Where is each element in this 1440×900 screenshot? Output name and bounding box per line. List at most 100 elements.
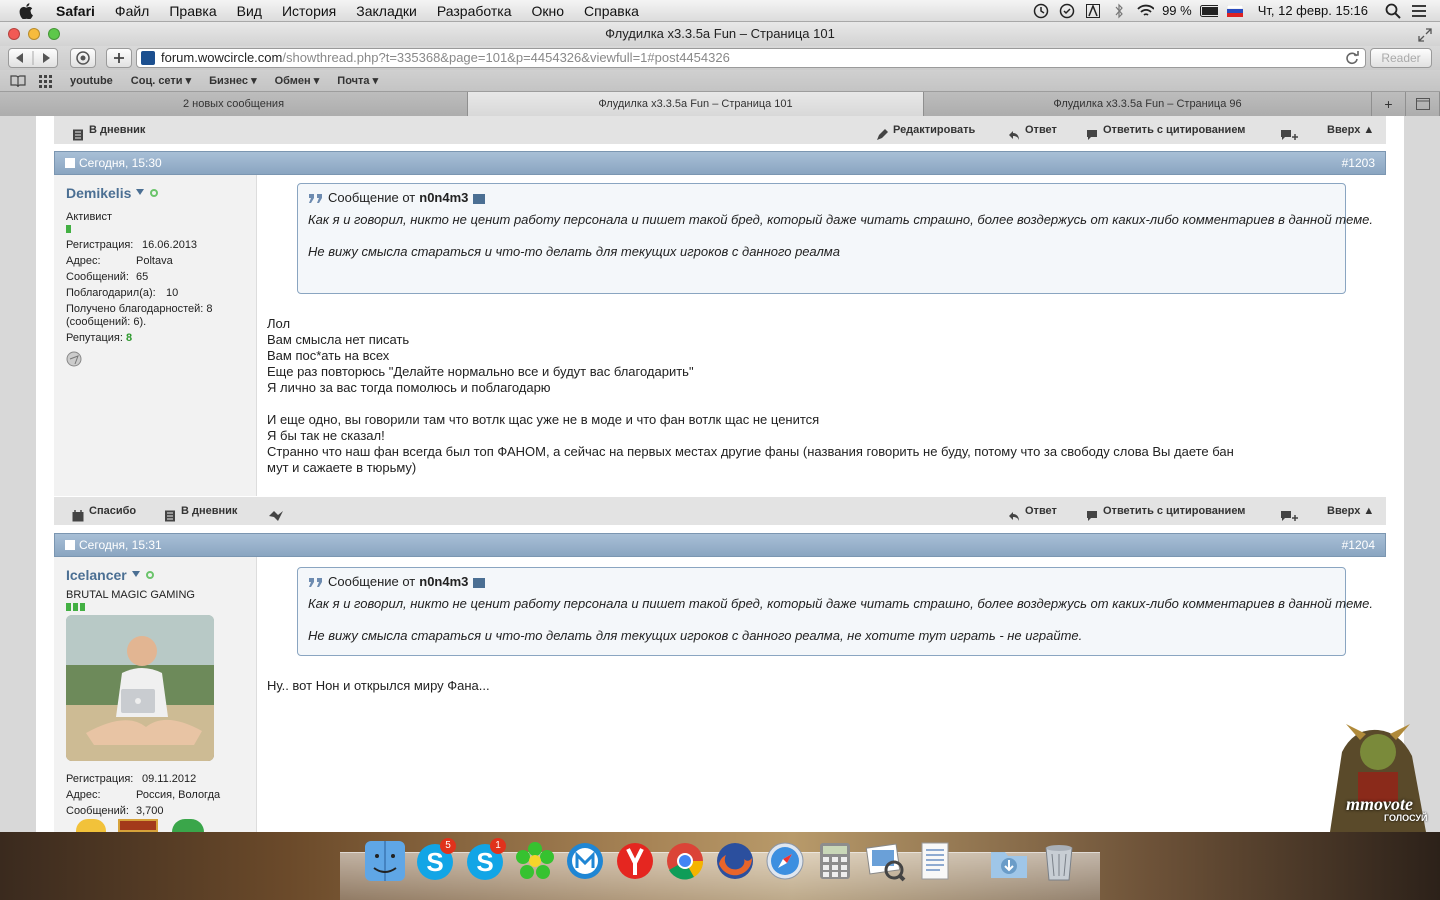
icq-flower-icon[interactable] xyxy=(512,838,558,884)
online-status-icon xyxy=(150,189,159,197)
time-machine-icon[interactable] xyxy=(1032,3,1050,19)
minimize-window-button[interactable] xyxy=(28,28,40,40)
post-status-icon xyxy=(65,540,75,550)
menu-app-safari[interactable]: Safari xyxy=(46,0,105,22)
quote-text: Как я и говорил, никто не ценит работу п… xyxy=(308,212,1373,227)
notebook-icon xyxy=(164,505,176,522)
apple-icon[interactable] xyxy=(16,2,36,19)
chevron-down-icon[interactable] xyxy=(136,189,145,197)
chrome-icon[interactable] xyxy=(662,838,708,884)
view-post-icon[interactable] xyxy=(473,578,486,588)
speech-bubble-icon xyxy=(1086,124,1098,140)
firefox-icon[interactable] xyxy=(712,838,758,884)
notification-center-icon[interactable] xyxy=(1410,3,1428,19)
multi-quote-icon xyxy=(1280,505,1298,521)
menu-edit[interactable]: Правка xyxy=(159,0,226,22)
tab-page-96[interactable]: Флудилка x3.3.5a Fun – Страница 96 xyxy=(924,92,1372,116)
tab-overview-icon[interactable] xyxy=(1406,92,1440,116)
reply-arrow-icon xyxy=(1008,124,1020,140)
reply-button[interactable]: Ответ xyxy=(1008,116,1057,144)
user-title: BRUTAL MAGIC GAMING xyxy=(66,589,195,601)
yandex-browser-icon[interactable] xyxy=(612,838,658,884)
post-number-link[interactable]: #1204 xyxy=(1342,534,1375,556)
bluetooth-icon[interactable] xyxy=(1110,3,1128,19)
thanks-button[interactable]: Спасибо xyxy=(72,497,136,525)
menu-history[interactable]: История xyxy=(272,0,346,22)
battery-icon[interactable] xyxy=(1199,3,1218,19)
quote-author: n0n4m3 xyxy=(419,574,469,589)
report-button[interactable] xyxy=(268,497,289,525)
menu-file[interactable]: Файл xyxy=(105,0,159,22)
address-bar[interactable]: forum.wowcircle.com/showthread.php?t=335… xyxy=(136,48,1366,68)
clock[interactable]: Чт, 12 февр. 15:16 xyxy=(1258,3,1368,18)
menu-window[interactable]: Окно xyxy=(521,0,574,22)
quote-reply-button[interactable]: Ответить с цитированием xyxy=(1086,497,1245,525)
menu-bookmarks[interactable]: Закладки xyxy=(346,0,427,22)
post-status-icon xyxy=(65,158,75,168)
spotlight-icon[interactable] xyxy=(1384,3,1402,19)
russian-flag-icon[interactable] xyxy=(1226,3,1244,19)
go-top-button[interactable]: Вверх ▲ xyxy=(1327,116,1374,144)
diary-button[interactable]: В дневник xyxy=(164,497,237,525)
username-link[interactable]: Demikelis xyxy=(66,185,159,201)
add-bookmark-button[interactable] xyxy=(106,48,132,68)
top-sites-icon[interactable] xyxy=(38,74,54,88)
reputation-icon[interactable] xyxy=(66,351,82,367)
rank-bar xyxy=(66,225,71,233)
svg-text:S: S xyxy=(476,847,493,877)
user-detail-line: Адрес: Россия, Вологда xyxy=(66,789,221,801)
textedit-icon[interactable] xyxy=(912,838,958,884)
edit-button[interactable]: Редактировать xyxy=(876,116,975,144)
view-post-icon[interactable] xyxy=(473,194,486,204)
downloads-stack-icon[interactable] xyxy=(986,838,1032,884)
chevron-down-icon[interactable] xyxy=(131,571,140,579)
fullscreen-icon[interactable] xyxy=(1418,26,1432,42)
go-top-button[interactable]: Вверх ▲ xyxy=(1327,497,1374,525)
skype-icon[interactable]: S5 xyxy=(412,838,458,884)
multi-quote-button[interactable] xyxy=(1280,116,1303,144)
reading-list-icon[interactable] xyxy=(10,74,26,88)
adobe-icon[interactable] xyxy=(1084,3,1102,19)
sync-icon[interactable] xyxy=(1058,3,1076,19)
new-tab-button[interactable]: + xyxy=(1372,92,1406,116)
bookmark-business[interactable]: Бизнес ▾ xyxy=(209,74,256,87)
mmovote-banner[interactable]: mmovote ГОЛОСУЙ xyxy=(1300,712,1440,832)
reply-button[interactable]: Ответ xyxy=(1008,497,1057,525)
finder-icon[interactable] xyxy=(362,838,408,884)
skype-second-icon[interactable]: S1 xyxy=(462,838,508,884)
bookmark-mail[interactable]: Почта ▾ xyxy=(337,74,378,87)
reader-button[interactable]: Reader xyxy=(1370,48,1432,68)
back-forward-buttons[interactable] xyxy=(8,48,58,68)
bookmark-social[interactable]: Соц. сети ▾ xyxy=(131,74,191,87)
downloads-button[interactable] xyxy=(70,48,96,68)
banner-brand: mmovote xyxy=(1346,794,1413,814)
post-message: Лол Вам смысла нет писать Вам пос*ать на… xyxy=(267,316,1234,475)
username-link[interactable]: Icelancer xyxy=(66,567,154,583)
banner-subtitle: ГОЛОСУЙ xyxy=(1384,813,1428,823)
bookmark-exchange[interactable]: Обмен ▾ xyxy=(275,74,320,87)
safari-compass-icon[interactable] xyxy=(762,838,808,884)
wifi-icon[interactable] xyxy=(1136,3,1155,19)
preview-photos-icon[interactable] xyxy=(862,838,908,884)
avatar[interactable] xyxy=(66,615,214,761)
tab-new-messages[interactable]: 2 новых сообщения xyxy=(0,92,468,116)
menu-view[interactable]: Вид xyxy=(227,0,272,22)
menu-help[interactable]: Справка xyxy=(574,0,649,22)
maxthon-icon[interactable] xyxy=(562,838,608,884)
tab-page-101[interactable]: Флудилка x3.3.5a Fun – Страница 101 xyxy=(468,92,924,116)
close-window-button[interactable] xyxy=(8,28,20,40)
trash-icon[interactable] xyxy=(1036,838,1082,884)
reload-icon[interactable] xyxy=(1345,51,1359,65)
menu-develop[interactable]: Разработка xyxy=(427,0,522,22)
bookmarks-bar: youtube Соц. сети ▾ Бизнес ▾ Обмен ▾ Поч… xyxy=(0,70,1440,92)
multi-quote-button[interactable] xyxy=(1280,497,1303,525)
user-detail-line: Поблагодарил(а): 10 xyxy=(66,287,179,299)
diary-button[interactable]: В дневник xyxy=(72,116,145,144)
post-number-link[interactable]: #1203 xyxy=(1342,152,1375,174)
bookmark-youtube[interactable]: youtube xyxy=(70,75,113,87)
quote-reply-button[interactable]: Ответить с цитированием xyxy=(1086,116,1245,144)
url-host: forum.wowcircle.com xyxy=(161,50,283,65)
calculator-icon[interactable] xyxy=(812,838,858,884)
user-info-pane: Demikelis Активист Регистрация: 16.06.201… xyxy=(54,175,257,496)
zoom-window-button[interactable] xyxy=(48,28,60,40)
